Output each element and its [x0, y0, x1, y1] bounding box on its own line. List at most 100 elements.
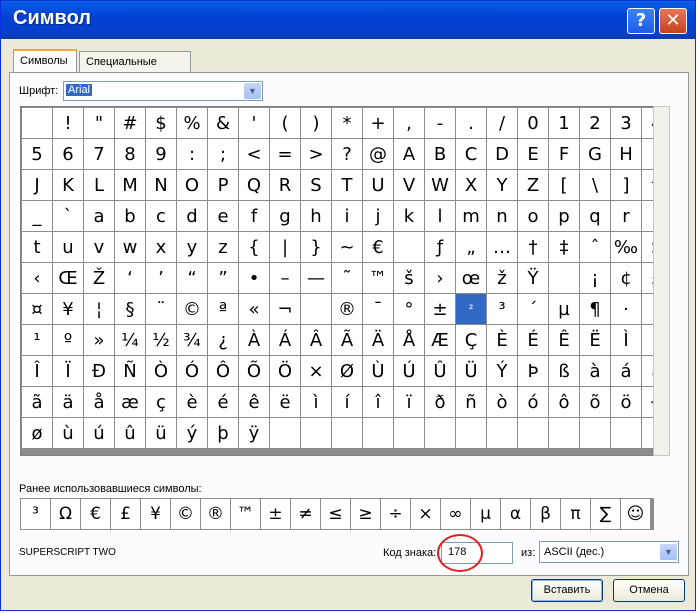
symbol-cell[interactable]: V	[394, 170, 424, 200]
symbol-cell[interactable]: -	[425, 108, 455, 138]
symbol-cell[interactable]: «	[239, 294, 269, 324]
symbol-cell[interactable]: õ	[580, 387, 610, 417]
symbol-cell[interactable]: ¯	[363, 294, 393, 324]
symbol-cell[interactable]: A	[394, 139, 424, 169]
symbol-cell[interactable]: ©	[177, 294, 207, 324]
symbol-cell[interactable]: ¡	[580, 263, 610, 293]
symbol-cell[interactable]: S	[301, 170, 331, 200]
symbol-cell[interactable]: ý	[177, 418, 207, 448]
symbol-cell[interactable]: ’	[146, 263, 176, 293]
symbol-cell[interactable]: G	[580, 139, 610, 169]
symbol-cell[interactable]: Ð	[84, 356, 114, 386]
symbol-cell[interactable]: “	[177, 263, 207, 293]
symbol-cell[interactable]: L	[84, 170, 114, 200]
symbol-cell[interactable]: è	[177, 387, 207, 417]
symbol-cell[interactable]: C	[456, 139, 486, 169]
symbol-cell[interactable]: |	[270, 232, 300, 262]
symbol-cell[interactable]: '	[239, 108, 269, 138]
symbol-cell[interactable]: ¦	[84, 294, 114, 324]
symbol-cell[interactable]: ¿	[208, 325, 238, 355]
symbol-cell[interactable]: ž	[487, 263, 517, 293]
symbol-cell[interactable]: l	[425, 201, 455, 231]
symbol-cell[interactable]: Ÿ	[518, 263, 548, 293]
symbol-cell[interactable]: ,	[394, 108, 424, 138]
symbol-cell[interactable]: 3	[611, 108, 641, 138]
symbol-cell[interactable]: ‰	[611, 232, 641, 262]
symbol-cell[interactable]: µ	[549, 294, 579, 324]
symbol-cell[interactable]: ;	[208, 139, 238, 169]
symbol-cell[interactable]: a	[84, 201, 114, 231]
symbol-cell[interactable]: }	[301, 232, 331, 262]
symbol-cell[interactable]: F	[549, 139, 579, 169]
symbol-cell[interactable]: ¢	[611, 263, 641, 293]
symbol-cell[interactable]: O	[177, 170, 207, 200]
symbol-cell[interactable]: ³	[487, 294, 517, 324]
recent-symbol-cell[interactable]: π	[561, 499, 590, 529]
cancel-button[interactable]: Отмена	[613, 579, 685, 602]
symbol-cell[interactable]: h	[301, 201, 331, 231]
symbol-cell[interactable]: Ù	[363, 356, 393, 386]
title-bar[interactable]: Символ ? ✕	[1, 1, 695, 39]
symbol-cell[interactable]: W	[425, 170, 455, 200]
symbol-cell[interactable]: ¥	[53, 294, 83, 324]
symbol-cell[interactable]: $	[146, 108, 176, 138]
symbol-cell[interactable]: g	[270, 201, 300, 231]
symbol-cell[interactable]: J	[22, 170, 52, 200]
symbol-cell[interactable]: ÿ	[239, 418, 269, 448]
symbol-cell[interactable]: Y	[487, 170, 517, 200]
symbol-cell[interactable]: Q	[239, 170, 269, 200]
symbol-cell[interactable]: ñ	[456, 387, 486, 417]
recent-symbol-cell[interactable]: ≥	[351, 499, 380, 529]
symbol-cell[interactable]: (	[270, 108, 300, 138]
symbol-cell[interactable]	[456, 418, 486, 448]
symbol-cell[interactable]: ó	[518, 387, 548, 417]
symbol-cell[interactable]: c	[146, 201, 176, 231]
symbol-cell[interactable]: á	[611, 356, 641, 386]
symbol-cell[interactable]	[22, 108, 52, 138]
symbol-cell[interactable]: Œ	[53, 263, 83, 293]
symbol-cell[interactable]: ¹	[22, 325, 52, 355]
symbol-cell[interactable]: T	[332, 170, 362, 200]
symbol-cell[interactable]: ï	[394, 387, 424, 417]
symbol-cell[interactable]: Ž	[84, 263, 114, 293]
symbol-cell[interactable]: u	[53, 232, 83, 262]
symbol-cell[interactable]: n	[487, 201, 517, 231]
symbol-cell[interactable]: é	[208, 387, 238, 417]
symbol-cell[interactable]: ­	[301, 294, 331, 324]
symbol-cell[interactable]: ‡	[549, 232, 579, 262]
recent-symbol-cell[interactable]: ☺	[621, 499, 650, 529]
symbol-cell[interactable]: ]	[611, 170, 641, 200]
symbol-cell[interactable]: ?	[332, 139, 362, 169]
symbol-cell[interactable]: Õ	[239, 356, 269, 386]
symbol-cell[interactable]: 2	[580, 108, 610, 138]
symbol-cell[interactable]: å	[84, 387, 114, 417]
symbol-cell[interactable]	[301, 418, 331, 448]
symbol-cell[interactable]: ß	[549, 356, 579, 386]
symbol-cell[interactable]: ˆ	[580, 232, 610, 262]
symbol-cell[interactable]: ö	[611, 387, 641, 417]
symbol-cell[interactable]: 9	[146, 139, 176, 169]
symbol-cell[interactable]: 8	[115, 139, 145, 169]
symbol-cell[interactable]	[394, 232, 424, 262]
symbol-cell[interactable]: 5	[22, 139, 52, 169]
symbol-cell[interactable]: M	[115, 170, 145, 200]
symbol-cell[interactable]: j	[363, 201, 393, 231]
symbol-cell[interactable]: ´	[518, 294, 548, 324]
symbol-cell[interactable]: )	[301, 108, 331, 138]
symbol-cell[interactable]: R	[270, 170, 300, 200]
recent-symbol-cell[interactable]: €	[81, 499, 110, 529]
symbol-cell[interactable]	[270, 418, 300, 448]
symbol-cell[interactable]: d	[177, 201, 207, 231]
symbol-cell[interactable]: o	[518, 201, 548, 231]
symbol-cell[interactable]	[549, 418, 579, 448]
symbol-cell[interactable]: Ó	[177, 356, 207, 386]
symbol-cell[interactable]	[549, 263, 579, 293]
recent-symbol-cell[interactable]: ³	[21, 499, 50, 529]
symbol-cell[interactable]: Ý	[487, 356, 517, 386]
tab-special-characters[interactable]: Специальные знаки	[79, 51, 191, 88]
symbol-cell[interactable]: ½	[146, 325, 176, 355]
symbol-cell[interactable]: Ô	[208, 356, 238, 386]
symbol-cell[interactable]: û	[115, 418, 145, 448]
symbol-cell[interactable]: ë	[270, 387, 300, 417]
symbol-cell[interactable]: †	[518, 232, 548, 262]
